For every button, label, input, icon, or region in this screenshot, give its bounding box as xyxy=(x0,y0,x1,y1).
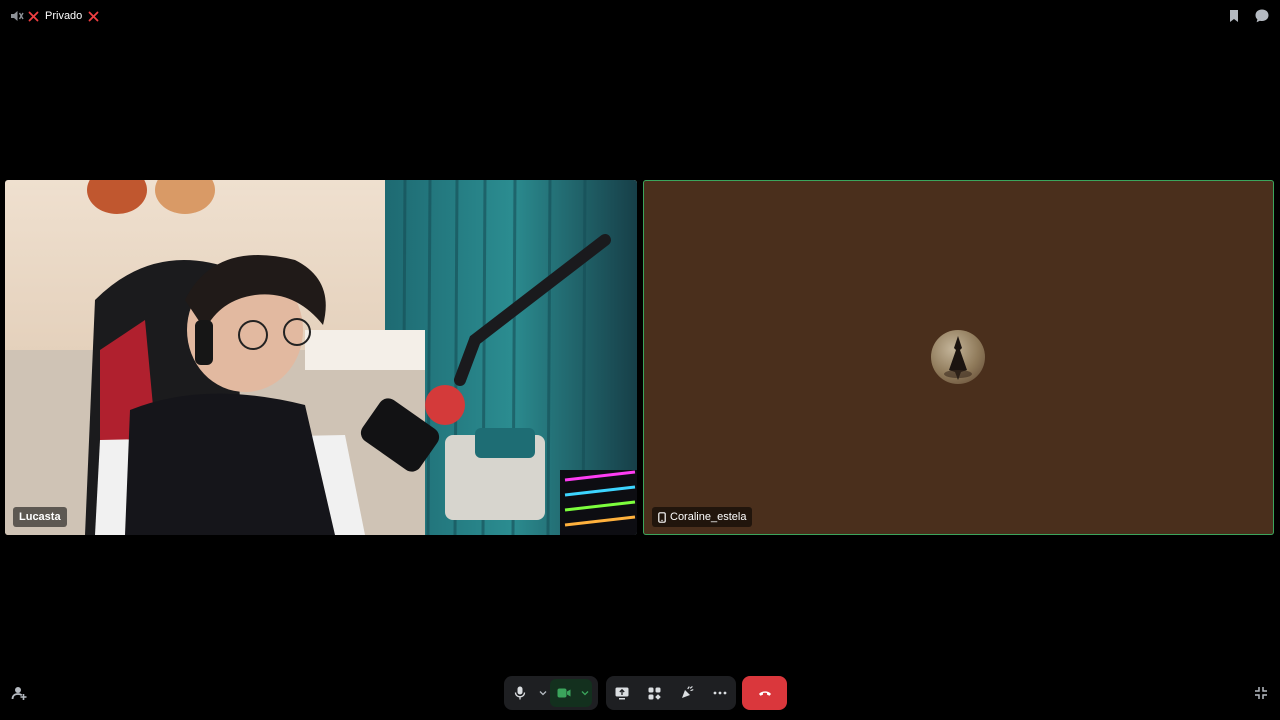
activities-button[interactable] xyxy=(639,677,671,709)
video-tile-lucasta[interactable]: Lucasta xyxy=(5,180,637,535)
hang-up-button[interactable] xyxy=(742,676,787,710)
soundboard-icon xyxy=(680,686,694,700)
call-actions xyxy=(606,676,736,710)
topbar-actions xyxy=(1228,8,1270,24)
video-tile-coraline-estela[interactable]: Coraline_estela xyxy=(643,180,1274,535)
top-bar: Privado xyxy=(0,0,1280,32)
participant-video xyxy=(5,180,637,535)
call-controls xyxy=(0,676,1280,710)
hang-up-icon xyxy=(758,689,772,697)
channel-name: Privado xyxy=(45,10,83,22)
camera-icon xyxy=(557,688,571,698)
microphone-button[interactable] xyxy=(504,677,536,709)
participant-name: Coraline_estela xyxy=(670,511,747,523)
camera-button[interactable] xyxy=(550,679,578,707)
chat-icon[interactable] xyxy=(1254,8,1270,24)
chevron-down-icon xyxy=(539,690,547,696)
camera-options-button[interactable] xyxy=(578,679,592,707)
participant-name: Lucasta xyxy=(19,511,61,523)
bookmark-icon[interactable] xyxy=(1228,9,1240,23)
participant-name-tag: Lucasta xyxy=(13,507,67,527)
chevron-down-icon xyxy=(581,690,589,696)
participant-name-tag: Coraline_estela xyxy=(652,507,753,527)
mobile-phone-icon xyxy=(658,511,666,523)
media-controls xyxy=(504,676,598,710)
channel-header: Privado xyxy=(10,8,99,24)
x-icon xyxy=(88,11,99,22)
exit-fullscreen-button[interactable] xyxy=(1251,683,1271,703)
activities-icon xyxy=(648,687,662,700)
camera-toggle[interactable] xyxy=(550,679,592,707)
soundboard-button[interactable] xyxy=(671,677,703,709)
microphone-options-button[interactable] xyxy=(536,677,550,709)
more-options-button[interactable] xyxy=(704,677,736,709)
more-icon xyxy=(713,691,727,695)
speaker-muted-icon[interactable] xyxy=(10,9,24,23)
microphone-icon xyxy=(514,686,526,700)
avatar xyxy=(931,330,985,384)
exit-fullscreen-icon xyxy=(1254,686,1268,700)
screen-share-icon xyxy=(615,687,629,700)
x-icon xyxy=(28,11,39,22)
invite-icon[interactable] xyxy=(9,683,29,703)
screen-share-button[interactable] xyxy=(606,677,638,709)
